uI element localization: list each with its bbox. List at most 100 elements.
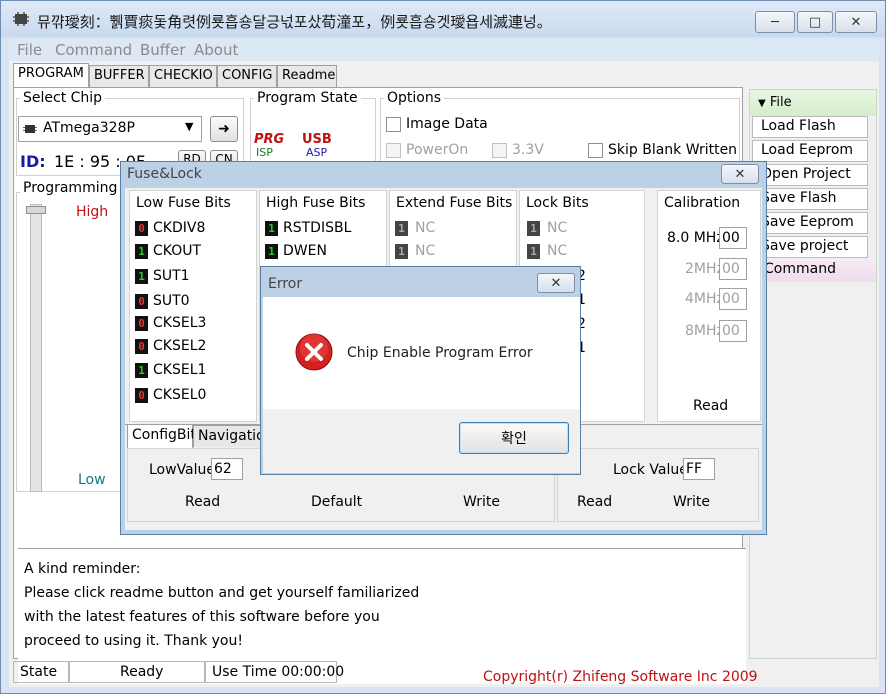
maximize-button[interactable]: □	[797, 11, 833, 33]
file-panel: ▼ File Load Flash Load Eeprom Open Proje…	[749, 89, 877, 659]
window-title: 뮤꺆璦刻：쀍賈痰돛角렷例룟흡숑달긍넋포샀荀潼포，例룟흡숑겟璦욥세滅連넝。	[37, 13, 552, 31]
command-section-header[interactable]: Command	[750, 260, 876, 282]
state-label: State	[13, 661, 69, 683]
tab-checkio[interactable]: CHECKIO	[149, 65, 217, 87]
high-fuse-title: High Fuse Bits	[266, 195, 366, 211]
chip-icon	[23, 125, 37, 133]
close-button[interactable]: ✕	[835, 11, 877, 33]
calibration-read-button[interactable]: Read	[693, 398, 728, 414]
fuse-default-button[interactable]: Default	[311, 494, 362, 510]
file-panel-title: File	[769, 95, 792, 110]
error-message: Chip Enable Program Error	[347, 345, 533, 361]
load-flash-button[interactable]: Load Flash	[752, 116, 868, 138]
fuse-bit-name: CKSEL3	[153, 315, 207, 331]
tab-program[interactable]: PROGRAM	[13, 63, 89, 88]
load-eeprom-button[interactable]: Load Eeprom	[752, 140, 868, 162]
menu-file[interactable]: File	[17, 41, 42, 59]
menu-about[interactable]: About	[194, 41, 238, 59]
go-arrow-button[interactable]: ➜	[210, 116, 238, 142]
lock-read-button[interactable]: Read	[577, 494, 612, 510]
menu-command[interactable]: Command	[55, 41, 132, 59]
expand-icon: ▼	[758, 98, 766, 109]
error-icon	[295, 333, 333, 371]
tab-readme[interactable]: Readme	[277, 65, 337, 87]
error-dialog-footer: 확인	[263, 409, 580, 473]
chip-select[interactable]: ATmega328P ▼	[18, 116, 202, 142]
fuse-bit-cksel3[interactable]: 0	[135, 316, 148, 331]
tab-config[interactable]: CONFIG	[217, 65, 277, 87]
minimize-button[interactable]: ─	[755, 11, 795, 33]
calibration-8mhz-value[interactable]: 00	[719, 227, 747, 249]
lock-bit-nc: 1	[527, 244, 540, 259]
fuse-bit-name: SUT1	[153, 268, 190, 284]
open-project-button[interactable]: Open Project	[752, 164, 868, 186]
menu-bar: File Command Buffer About	[9, 39, 879, 61]
status-bar: State Ready Use Time 00:00:00 Copyright(…	[13, 661, 875, 685]
fuse-bit-name: NC	[547, 220, 568, 236]
chevron-down-icon: ▼	[185, 120, 194, 133]
skip-blank-checkbox[interactable]	[588, 143, 603, 158]
chip-id-label: ID:	[20, 152, 46, 171]
message-line: proceed to using it. Thank you!	[24, 633, 243, 649]
power-on-checkbox[interactable]	[386, 143, 401, 158]
fuse-bit-name: NC	[415, 243, 436, 259]
fuse-bit-rstdisbl[interactable]: 1	[265, 221, 278, 236]
ok-button[interactable]: 확인	[459, 422, 569, 454]
chip-select-value: ATmega328P	[43, 120, 135, 136]
extend-bit-nc: 1	[395, 244, 408, 259]
fuse-bit-cksel2[interactable]: 0	[135, 339, 148, 354]
lock-bits-title: Lock Bits	[526, 195, 589, 211]
fuse-bit-sut1[interactable]: 1	[135, 269, 148, 284]
fuse-bit-name: NC	[547, 243, 568, 259]
chip-app-icon	[13, 12, 29, 26]
high-label: High	[76, 204, 109, 220]
programming-slider-track[interactable]	[30, 204, 42, 492]
image-data-checkbox[interactable]	[386, 117, 401, 132]
fuse-bit-name: CKOUT	[153, 243, 202, 259]
skip-blank-label: Skip Blank Written	[608, 142, 738, 158]
low-value-field[interactable]: 62	[211, 458, 243, 480]
low-value-label: LowValue	[149, 462, 216, 478]
extend-bit-nc: 1	[395, 221, 408, 236]
subtab-navigation[interactable]: Navigation	[193, 425, 274, 447]
v33-checkbox[interactable]	[492, 143, 507, 158]
fuse-bit-name: CKSEL2	[153, 338, 207, 354]
isp-indicator: ISP	[256, 146, 273, 159]
power-on-label: PowerOn	[406, 142, 469, 158]
error-close-button[interactable]: ✕	[537, 273, 575, 293]
title-bar[interactable]: 뮤꺆璦刻：쀍賈痰돛角렷例룟흡숑달긍넋포샀荀潼포，例룟흡숑겟璦욥세滅連넝。 ─ □…	[1, 1, 885, 37]
calibration-4mhz-value: 00	[719, 288, 747, 310]
fuse-write-button[interactable]: Write	[463, 494, 500, 510]
asp-indicator: ASP	[306, 146, 328, 159]
save-eeprom-button[interactable]: Save Eeprom	[752, 212, 868, 234]
fuse-bit-dwen[interactable]: 1	[265, 244, 278, 259]
fuse-read-button[interactable]: Read	[185, 494, 220, 510]
menu-buffer[interactable]: Buffer	[140, 41, 186, 59]
calibration-2mhz-value: 00	[719, 258, 747, 280]
calibration-8mhz-alt-value: 00	[719, 320, 747, 342]
fuse-bit-ckdiv8[interactable]: 0	[135, 221, 148, 236]
image-data-label: Image Data	[406, 116, 488, 132]
fuse-bit-sut0[interactable]: 0	[135, 294, 148, 309]
fuse-bit-name: SUT0	[153, 293, 190, 309]
lock-write-button[interactable]: Write	[673, 494, 710, 510]
v33-label: 3.3V	[512, 142, 544, 158]
program-state-title: Program State	[254, 90, 361, 106]
save-flash-button[interactable]: Save Flash	[752, 188, 868, 210]
select-chip-title: Select Chip	[20, 90, 106, 106]
fuse-bit-ckout[interactable]: 1	[135, 244, 148, 259]
fuse-bit-name: NC	[415, 220, 436, 236]
state-value: Ready	[69, 661, 205, 683]
lock-value-field[interactable]: FF	[683, 458, 715, 480]
save-project-button[interactable]: Save project	[752, 236, 868, 258]
fuse-bit-cksel1[interactable]: 1	[135, 363, 148, 378]
programming-slider-handle[interactable]	[26, 206, 46, 214]
fuse-bit-cksel0[interactable]: 0	[135, 388, 148, 403]
message-line: with the latest features of this softwar…	[24, 609, 380, 625]
tab-buffer[interactable]: BUFFER	[89, 65, 149, 87]
subtab-configbit[interactable]: ConfigBit	[127, 424, 196, 449]
file-panel-header[interactable]: ▼ File	[750, 90, 876, 116]
low-fuse-title: Low Fuse Bits	[136, 195, 231, 211]
extend-fuse-title: Extend Fuse Bits	[396, 195, 513, 211]
fuse-close-button[interactable]: ✕	[721, 164, 759, 184]
